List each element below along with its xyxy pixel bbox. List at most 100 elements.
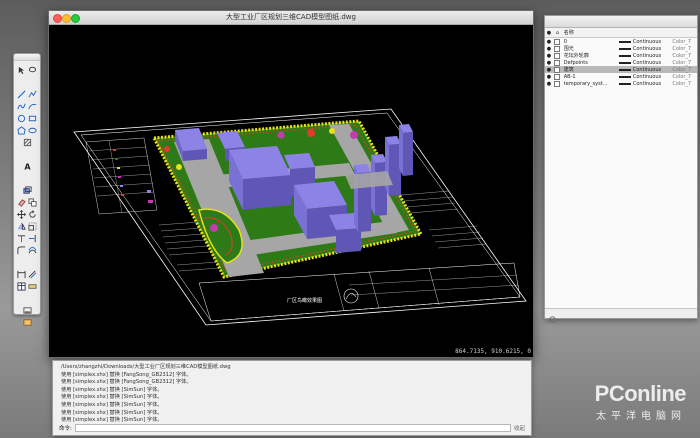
north-arrow-icon — [343, 288, 359, 304]
layer-color[interactable]: Color_7 — [672, 39, 697, 45]
layer-color[interactable]: Color_7 — [672, 53, 697, 59]
legend-table — [85, 137, 158, 215]
layer-color[interactable]: Color_7 — [672, 60, 697, 66]
lasso-select-icon[interactable] — [28, 65, 38, 75]
layer-visible-icon[interactable]: ● — [545, 39, 553, 45]
layer-linetype-swatch — [617, 82, 633, 85]
polyline-tool-icon[interactable] — [28, 89, 38, 99]
layer-row[interactable]: ● Defpoints Continuous Color_7 — [545, 59, 697, 66]
layer-lock-icon[interactable] — [553, 45, 562, 52]
layer-linetype[interactable]: Continuous — [633, 67, 672, 73]
layer-settings-icon[interactable] — [548, 315, 557, 324]
layer-lock-icon[interactable] — [553, 73, 562, 80]
layer-linetype[interactable]: Continuous — [633, 60, 672, 66]
layer-visible-icon[interactable]: ● — [545, 81, 553, 87]
tool-palette: A — [13, 53, 41, 326]
dimension-linear-icon[interactable] — [17, 269, 27, 279]
measure-tool-icon[interactable] — [28, 281, 38, 291]
text-tool-icon[interactable]: A — [22, 161, 32, 171]
command-window: /Users/zhangzhi/Downloads/大型工业厂区规划三维CAD模… — [52, 360, 532, 436]
polygon-tool-icon[interactable] — [17, 125, 27, 135]
fillet-tool-icon[interactable] — [17, 245, 27, 255]
dimension-aligned-icon[interactable] — [28, 269, 38, 279]
arc-tool-icon[interactable] — [28, 101, 38, 111]
ellipse-tool-icon[interactable] — [28, 125, 38, 135]
layer-row[interactable]: ● 花坛外轮廓 Continuous Color_7 — [545, 52, 697, 59]
layer-color[interactable]: Color_7 — [672, 67, 697, 73]
line-tool-icon[interactable] — [17, 89, 27, 99]
layer-lock-icon[interactable] — [553, 66, 562, 73]
command-input[interactable] — [74, 424, 511, 432]
layer-name: 建筑 — [563, 67, 574, 73]
layer-row[interactable]: ● 建筑 Continuous Color_7 — [545, 66, 697, 73]
layer-visible-icon[interactable]: ● — [545, 74, 553, 80]
layer-linetype[interactable]: Continuous — [633, 39, 672, 45]
block-insert-icon[interactable] — [22, 185, 32, 195]
window-titlebar[interactable]: 大型工业厂区规划三维CAD模型图纸.dwg — [49, 11, 533, 25]
layer-row[interactable]: ● 0 Continuous Color_7 — [545, 38, 697, 45]
rotate-tool-icon[interactable] — [28, 209, 38, 219]
layer-linetype-swatch — [617, 68, 633, 71]
layer-lock-icon[interactable] — [553, 80, 562, 87]
layer-color[interactable]: Color_7 — [672, 46, 697, 52]
circle-tool-icon[interactable] — [17, 113, 27, 123]
move-tool-icon[interactable] — [17, 209, 27, 219]
layer-name: AB-1 — [563, 73, 576, 80]
offset-tool-icon[interactable] — [28, 245, 38, 255]
drawing-window: 大型工业厂区规划三维CAD模型图纸.dwg 厂区鸟瞰效果图 864.7135, … — [48, 10, 534, 358]
cursor-coordinates: 864.7135, 910.6215, 0 — [455, 348, 531, 355]
spline-tool-icon[interactable] — [17, 101, 27, 111]
command-log-line: /Users/zhangzhi/Downloads/大型工业厂区规划三维CAD模… — [61, 364, 231, 370]
scale-tool-icon[interactable] — [28, 221, 38, 231]
layer-row[interactable]: ● 围光 Continuous Color_7 — [545, 45, 697, 52]
layer-visible-icon[interactable]: ● — [545, 46, 553, 52]
palette-drag-handle[interactable] — [14, 54, 40, 61]
drawing-canvas[interactable]: 厂区鸟瞰效果图 864.7135, 910.6215, 0 — [49, 25, 533, 357]
visibility-header-icon: ● — [546, 29, 552, 36]
collapse-command-button[interactable]: 收起 — [514, 424, 525, 432]
layer-linetype-swatch — [617, 75, 633, 78]
layer-linetype[interactable]: Continuous — [633, 46, 672, 52]
layer-lock-icon[interactable] — [553, 59, 562, 66]
layer-color[interactable]: Color_7 — [672, 81, 697, 87]
layout-tool-icon[interactable] — [22, 305, 32, 315]
command-log-line: 使用 [simplex.shx] 替换 [SimSun] 字体。 — [61, 394, 163, 401]
command-history: /Users/zhangzhi/Downloads/大型工业厂区规划三维CAD模… — [61, 364, 231, 425]
layer-lock-icon[interactable] — [553, 38, 562, 45]
layer-row[interactable]: ● AB-1 Continuous Color_7 — [545, 73, 697, 80]
layer-name-header[interactable]: 名称 — [562, 29, 617, 36]
layer-linetype[interactable]: Continuous — [633, 74, 672, 80]
layer-visible-icon[interactable]: ● — [545, 67, 553, 73]
layer-linetype[interactable]: Continuous — [633, 53, 672, 59]
layer-linetype-swatch — [617, 61, 633, 64]
layer-linetype-swatch — [617, 47, 633, 50]
layer-name: 围光 — [563, 46, 574, 52]
layer-lock-icon[interactable] — [553, 52, 562, 59]
select-arrow-icon[interactable] — [17, 65, 27, 75]
layer-color[interactable]: Color_7 — [672, 74, 697, 80]
rectangle-tool-icon[interactable] — [28, 113, 38, 123]
lock-header-icon: ⌂ — [555, 29, 559, 36]
layer-visible-icon[interactable]: ● — [545, 53, 553, 59]
layer-linetype-swatch — [617, 40, 633, 43]
magenta-flower-bed — [210, 224, 218, 232]
mirror-tool-icon[interactable] — [17, 221, 27, 231]
layer-name: 花坛外轮廓 — [563, 53, 589, 59]
eraser-icon[interactable] — [17, 197, 27, 207]
watermark-logo: PConline — [594, 381, 687, 406]
image-insert-icon[interactable] — [22, 317, 32, 327]
window-title: 大型工业厂区规划三维CAD模型图纸.dwg — [226, 13, 356, 21]
command-log-line: 使用 [simplex.shx] 替换 [SimSun] 字体。 — [61, 401, 163, 408]
layer-visible-icon[interactable]: ● — [545, 60, 553, 66]
watermark: PConline 太平洋电脑网 — [594, 381, 687, 422]
layer-name: Defpoints — [563, 59, 588, 66]
layers-panel-titlebar[interactable] — [545, 16, 697, 28]
trim-tool-icon[interactable] — [17, 233, 27, 243]
layer-linetype[interactable]: Continuous — [633, 81, 672, 87]
table-tool-icon[interactable] — [17, 281, 27, 291]
layer-row[interactable]: ● temporary_syst... Continuous Color_7 — [545, 80, 697, 87]
copy-tool-icon[interactable] — [28, 197, 38, 207]
layers-panel: ● ⌂ 名称 ● 0 Continuous Color_7 ● 围光 Continuous C… — [544, 15, 698, 323]
hatch-tool-icon[interactable] — [22, 137, 32, 147]
extend-tool-icon[interactable] — [28, 233, 38, 243]
